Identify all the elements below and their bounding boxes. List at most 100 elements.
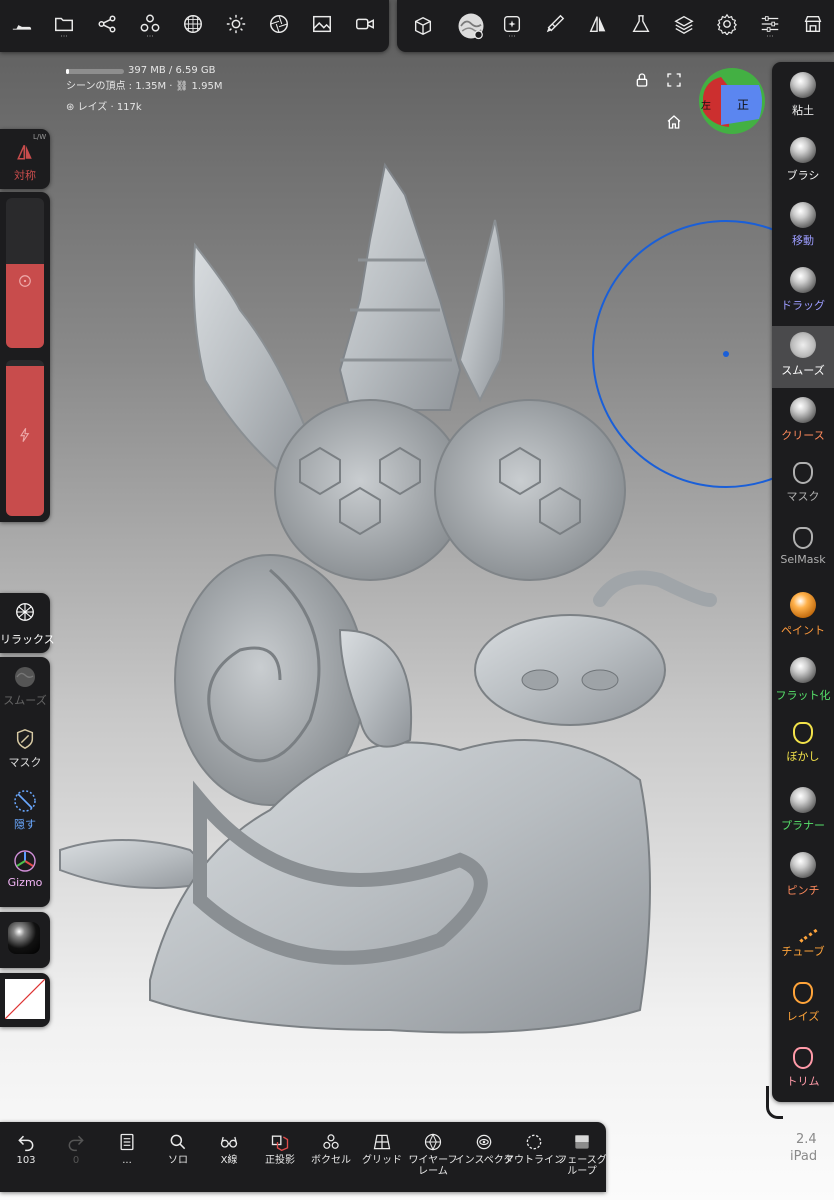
tool-move[interactable]: 移動 — [774, 196, 832, 258]
tool-label-drag: ドラッグ — [781, 299, 825, 312]
selmask-icon — [793, 527, 813, 549]
layers-icon[interactable] — [666, 6, 702, 42]
shoe-icon[interactable] — [4, 8, 40, 44]
smooth-brush-icon[interactable] — [451, 6, 491, 46]
flask-icon[interactable] — [623, 6, 659, 42]
redo-count: 0 — [72, 1155, 80, 1166]
lock-icon[interactable] — [634, 72, 650, 92]
scene-stats: シーンの頂点 : 1.35M · ⛓ 1.95M — [66, 77, 222, 92]
voxel-label: ボクセル — [311, 1155, 351, 1166]
xray-button[interactable]: X線 — [203, 1128, 255, 1180]
move-icon — [790, 202, 816, 228]
tool-planar[interactable]: プラナー — [774, 781, 832, 843]
smooth-icon — [15, 667, 35, 687]
tool-mask[interactable]: マスク — [774, 456, 832, 518]
symmetry-icon — [17, 144, 32, 160]
tool-crease[interactable]: クリース — [774, 391, 832, 453]
material-swatch-button[interactable] — [0, 912, 50, 968]
active-layer: ⊛ レイズ · 117k — [66, 98, 142, 113]
symmetry-button[interactable]: L/W 対称 — [0, 129, 50, 189]
share-icon[interactable] — [89, 6, 125, 42]
cube-left-face[interactable]: 左 — [701, 97, 711, 112]
version-number: 2.4 — [796, 1132, 817, 1147]
cube-box-icon[interactable] — [405, 8, 441, 44]
blur-icon — [793, 722, 813, 744]
orthographic-button[interactable]: 正投影 — [254, 1128, 306, 1180]
inspector-button[interactable]: インスペクタ — [455, 1128, 513, 1180]
left-gizmo-tool[interactable]: Gizmo — [0, 849, 50, 889]
solo-button[interactable]: ソロ — [152, 1128, 204, 1180]
tool-raise[interactable]: レイズ — [774, 976, 832, 1038]
folder-icon[interactable]: ··· — [46, 6, 82, 42]
facegroup-label: フェースグループ — [557, 1155, 607, 1177]
tool-drag[interactable]: ドラッグ — [774, 261, 832, 323]
topology-icon[interactable] — [175, 6, 211, 42]
tool-label-paint: ペイント — [781, 624, 825, 637]
tool-label-planar: プラナー — [781, 819, 825, 832]
light-sun-icon[interactable] — [218, 6, 254, 42]
color-swatch-button[interactable] — [0, 973, 50, 1027]
store-icon[interactable] — [795, 6, 831, 42]
tool-tube[interactable]: チューブ — [774, 911, 832, 973]
grid-button[interactable]: グリッド — [356, 1128, 408, 1180]
fullscreen-icon[interactable] — [666, 72, 682, 92]
scene-objects-icon[interactable]: ··· — [132, 6, 168, 42]
brush-sliders-panel — [0, 192, 50, 522]
intensity-slider[interactable] — [6, 360, 44, 516]
left-mask-tool[interactable]: マスク — [0, 727, 50, 770]
grid-label: グリッド — [362, 1155, 402, 1166]
tool-brush[interactable]: ブラシ — [774, 131, 832, 193]
wireframe-button[interactable]: ワイヤーフレーム — [404, 1128, 462, 1180]
tool-label-selmask: SelMask — [780, 553, 826, 566]
xray-label: X線 — [220, 1155, 238, 1166]
tool-pinch[interactable]: ピンチ — [774, 846, 832, 908]
gizmo-icon — [14, 850, 36, 872]
memory-bar — [66, 69, 124, 74]
tool-paint[interactable]: ペイント — [774, 586, 832, 648]
left-smooth-tool[interactable]: スムーズ — [0, 665, 50, 708]
undo-button[interactable]: 103 — [0, 1128, 52, 1180]
trim-icon — [793, 1047, 813, 1069]
tool-smooth[interactable]: スムーズ — [772, 326, 834, 388]
relax-button[interactable]: リラックス — [0, 593, 55, 653]
symmetry-mode: L/W — [33, 133, 47, 141]
symmetry-triangle-icon[interactable] — [580, 6, 616, 42]
scene-links: 1.95M — [191, 81, 223, 92]
wireframe-label: ワイヤーフレーム — [408, 1155, 458, 1177]
tool-clay[interactable]: 粘土 — [774, 66, 832, 128]
home-icon[interactable] — [666, 114, 682, 134]
paintbrush-icon[interactable] — [537, 6, 573, 42]
tool-label-flatten: フラット化 — [775, 689, 831, 702]
solo-label: ソロ — [168, 1155, 188, 1166]
camera-aperture-icon[interactable] — [261, 6, 297, 42]
history-menu-button[interactable]: ... — [101, 1128, 153, 1180]
tube-icon — [788, 913, 818, 943]
tool-flatten[interactable]: フラット化 — [774, 651, 832, 713]
top-left-toolbar: ··· ··· — [0, 0, 389, 52]
navigation-cube[interactable]: 左 正 — [697, 67, 767, 135]
tool-label-crease: クリース — [781, 429, 825, 442]
outline-button[interactable]: アウトライン — [504, 1128, 564, 1180]
tool-selmask[interactable]: SelMask — [774, 521, 832, 583]
radius-slider[interactable] — [6, 198, 44, 348]
wireframe-icon — [424, 1133, 442, 1151]
sliders-icon[interactable]: ··· — [752, 6, 788, 42]
image-icon[interactable] — [304, 6, 340, 42]
facegroup-button[interactable]: フェースグループ — [556, 1128, 608, 1180]
ortho-label: 正投影 — [265, 1155, 295, 1166]
redo-button[interactable]: 0 — [50, 1128, 102, 1180]
flatten-icon — [790, 657, 816, 683]
grid-icon — [373, 1134, 391, 1150]
tool-label-trim: トリム — [786, 1075, 820, 1088]
tool-blur[interactable]: ぼかし — [774, 716, 832, 778]
left-hide-tool[interactable]: 隠す — [0, 789, 50, 832]
radius-icon — [19, 275, 31, 287]
memory-usage: 397 MB / 6.59 GB — [128, 65, 216, 76]
cube-front-face[interactable]: 正 — [737, 96, 749, 113]
redo-icon — [68, 1135, 84, 1152]
sparkle-icon[interactable]: ··· — [494, 6, 530, 42]
settings-gear-icon[interactable] — [709, 6, 745, 42]
voxel-button[interactable]: ボクセル — [305, 1128, 357, 1180]
paint-icon — [790, 592, 816, 618]
video-icon[interactable] — [347, 6, 383, 42]
